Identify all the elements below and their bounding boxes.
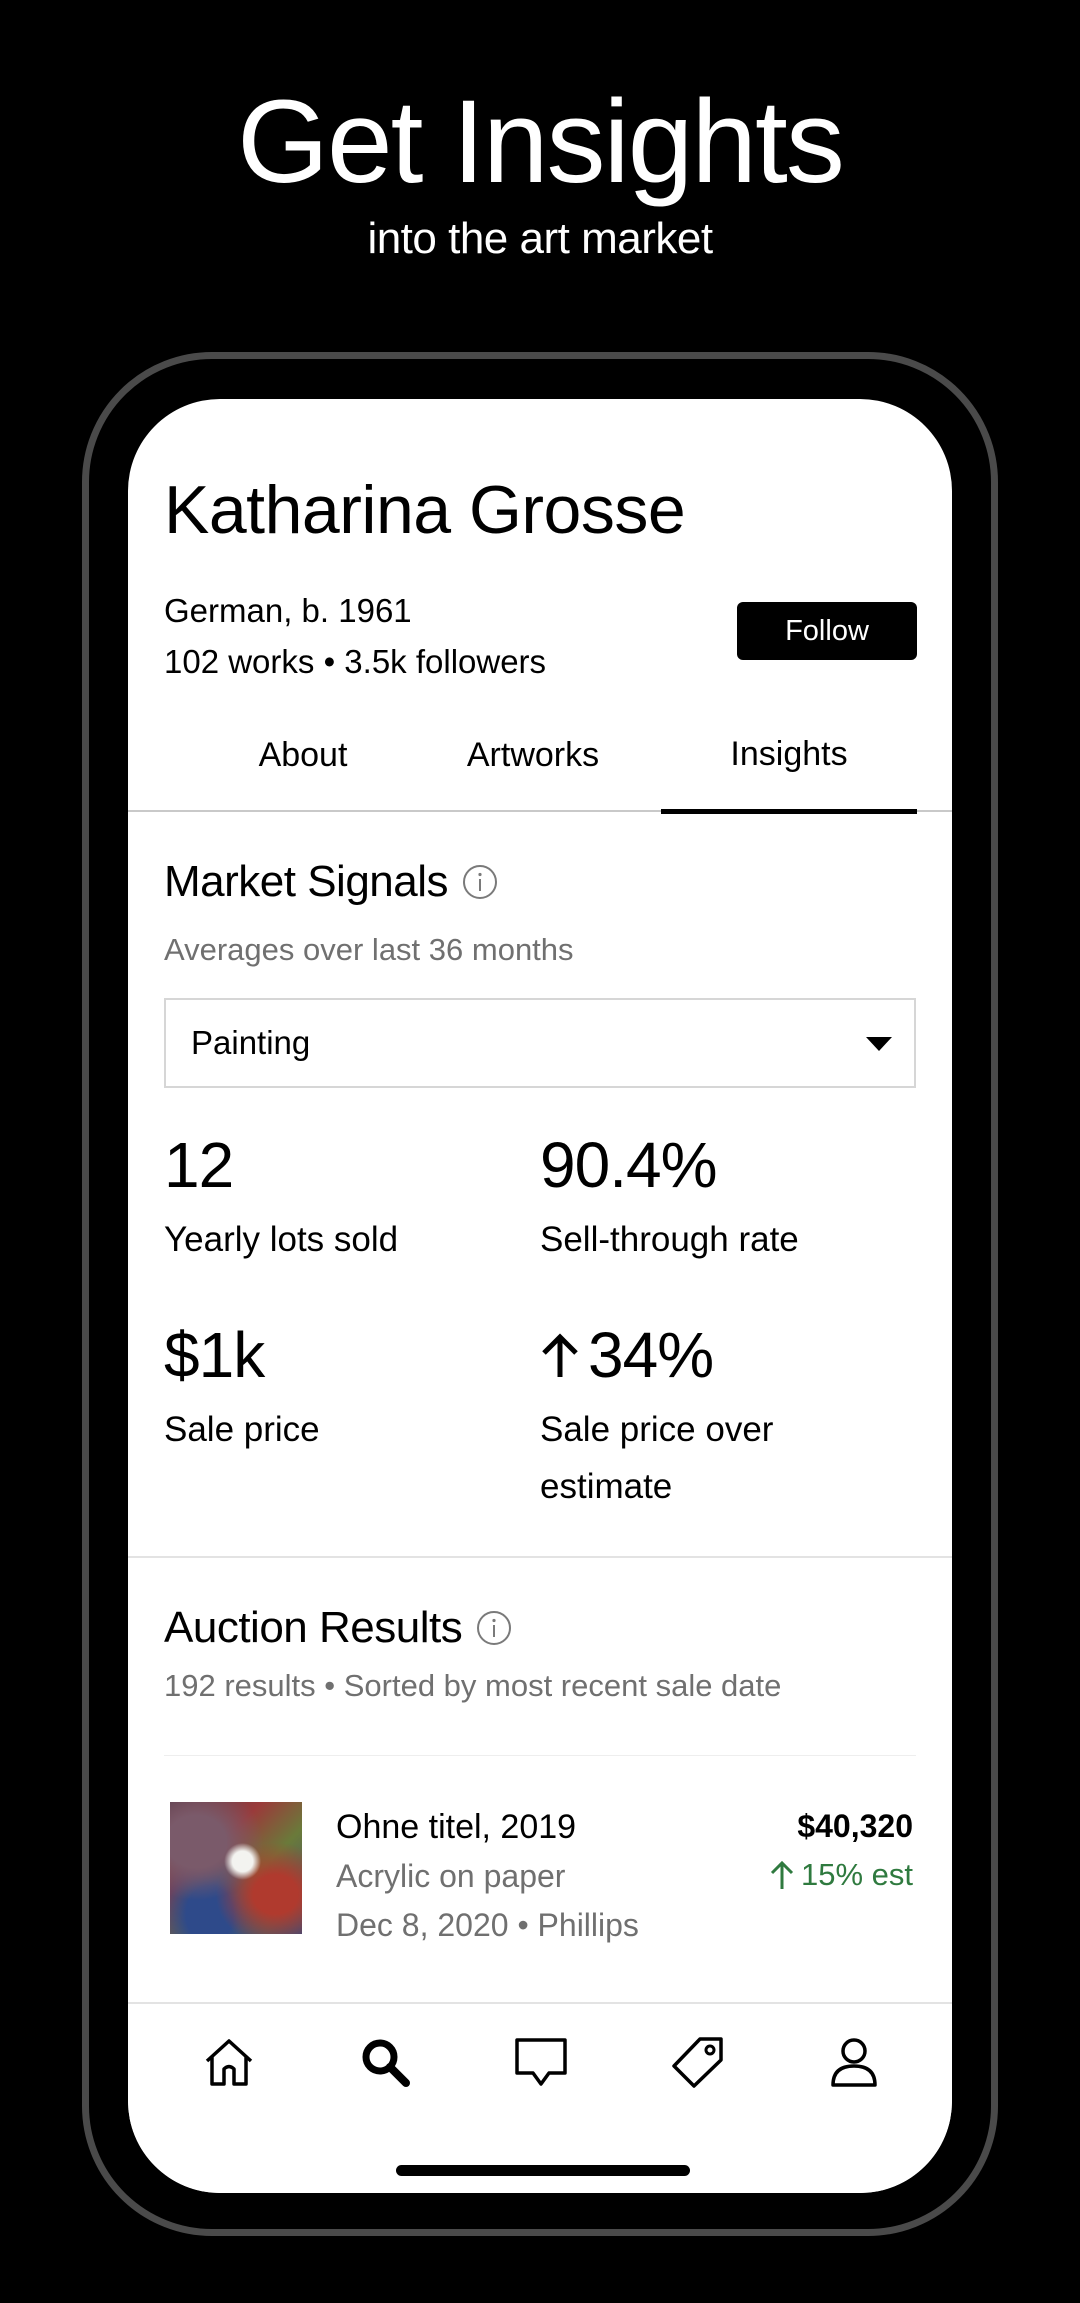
stat-sell-through-value: 90.4% bbox=[540, 1129, 717, 1201]
arrow-up-icon bbox=[769, 1860, 795, 1890]
artwork-medium: Acrylic on paper bbox=[336, 1858, 566, 1894]
auction-results-title: Auction Results bbox=[164, 1603, 463, 1652]
market-signals-subtitle: Averages over last 36 months bbox=[164, 932, 574, 967]
arrow-up-icon bbox=[540, 1331, 580, 1379]
estimate-delta: 15% est bbox=[769, 1857, 913, 1893]
stat-lots-sold-label: Yearly lots sold bbox=[164, 1220, 399, 1259]
artist-meta: German, b. 1961 102 works • 3.5k followe… bbox=[164, 585, 546, 687]
auction-results-header: Auction Results bbox=[164, 1603, 512, 1653]
market-signals-header: Market Signals bbox=[164, 857, 498, 907]
tab-insights[interactable]: Insights bbox=[661, 699, 917, 814]
stat-over-estimate-label-line2: estimate bbox=[540, 1467, 673, 1506]
medium-filter-value: Painting bbox=[191, 1024, 311, 1061]
medium-filter-select[interactable]: Painting bbox=[164, 998, 916, 1088]
home-icon[interactable] bbox=[201, 2034, 257, 2090]
stat-over-estimate-label-line1: Sale price over bbox=[540, 1410, 774, 1449]
estimate-delta-text: 15% est bbox=[800, 1857, 913, 1892]
artwork-thumbnail[interactable] bbox=[170, 1802, 302, 1934]
list-divider bbox=[164, 1755, 916, 1756]
market-signals-title: Market Signals bbox=[164, 857, 449, 906]
artist-name: Katharina Grosse bbox=[164, 472, 686, 548]
follow-button[interactable]: Follow bbox=[737, 602, 917, 660]
stat-sale-price-label: Sale price bbox=[164, 1410, 320, 1449]
info-icon[interactable] bbox=[476, 1610, 512, 1646]
chevron-down-icon bbox=[866, 1037, 892, 1051]
stat-sell-through-label: Sell-through rate bbox=[540, 1220, 799, 1259]
section-divider bbox=[128, 1556, 952, 1558]
stat-over-estimate-label: Sale price over estimate bbox=[540, 1401, 773, 1515]
artist-nationality: German, b. 1961 bbox=[164, 592, 412, 629]
tab-about[interactable]: About bbox=[188, 699, 418, 812]
tab-artworks[interactable]: Artworks bbox=[418, 699, 648, 812]
search-icon[interactable] bbox=[357, 2034, 413, 2090]
promo-subtitle: into the art market bbox=[367, 214, 713, 263]
artist-stats: 102 works • 3.5k followers bbox=[164, 643, 547, 680]
auction-results-subtitle: 192 results • Sorted by most recent sale… bbox=[164, 1668, 782, 1703]
sale-date-house: Dec 8, 2020 • Phillips bbox=[336, 1907, 639, 1943]
sale-price: $40,320 bbox=[797, 1808, 913, 1844]
stat-over-estimate-value: 34% bbox=[540, 1318, 714, 1392]
home-indicator[interactable] bbox=[396, 2165, 690, 2176]
profile-icon[interactable] bbox=[826, 2034, 882, 2090]
stat-over-estimate-number: 34% bbox=[588, 1319, 714, 1391]
artwork-title: Ohne titel, 2019 bbox=[336, 1808, 577, 1846]
info-icon[interactable] bbox=[462, 864, 498, 900]
app-screen: Katharina Grosse German, b. 1961 102 wor… bbox=[128, 399, 952, 2193]
stat-sale-price-value: $1k bbox=[164, 1319, 265, 1391]
promo-title: Get Insights bbox=[237, 76, 845, 208]
tag-icon[interactable] bbox=[670, 2034, 726, 2090]
stat-lots-sold-value: 12 bbox=[164, 1129, 234, 1201]
artist-tabs: About Artworks Insights bbox=[128, 699, 952, 814]
inbox-icon[interactable] bbox=[513, 2034, 569, 2090]
